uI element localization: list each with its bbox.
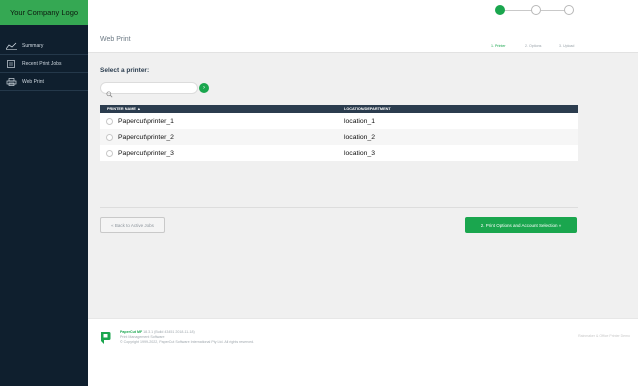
printer-radio[interactable] [106,117,113,125]
progress-steps: 1. Printer 2. Options 3. Upload [491,4,583,48]
printer-name-cell: Papercut\printer_3 [118,149,174,157]
papercut-logo-icon [100,331,111,345]
page-header: Web Print 1. Printer 2. Options 3. Uploa… [88,0,638,53]
table-header: PRINTER NAME ▲ LOCATION/DEPARTMENT [100,105,578,113]
step-2-indicator [531,5,541,15]
step-3-indicator [564,5,574,15]
location-cell: location_1 [344,117,375,125]
company-logo-text: Your Company Logo [9,8,79,17]
table-row[interactable]: Papercut\printer_3 location_3 [100,145,578,161]
sidebar-item-label: Summary [22,42,44,49]
step-3-label: 3. Upload [559,44,575,48]
printer-search-box [100,82,198,98]
step-1-label: 1. Printer [491,44,506,48]
column-header-printer-name[interactable]: PRINTER NAME ▲ [100,107,344,111]
table-row[interactable]: Papercut\printer_2 location_2 [100,129,578,145]
main-content: Web Print 1. Printer 2. Options 3. Uploa… [88,0,638,386]
back-to-active-jobs-button[interactable]: « Back to Active Jobs [100,217,165,233]
select-printer-label: Select a printer: [100,67,150,74]
column-header-location[interactable]: LOCATION/DEPARTMENT [344,107,391,111]
print-options-next-button[interactable]: 2. Print Options and Account Selection » [465,217,577,233]
sidebar-nav: Summary Recent Print Jobs Web Print [0,37,88,91]
location-cell: location_2 [344,133,375,141]
divider [100,207,578,208]
location-cell: location_3 [344,149,375,157]
sidebar-item-summary[interactable]: Summary [0,37,88,55]
search-icon [106,85,113,98]
sidebar-item-recent-print-jobs[interactable]: Recent Print Jobs [0,55,88,73]
printer-name-cell: Papercut\printer_1 [118,117,174,125]
chart-line-icon [6,42,17,50]
search-go-button[interactable]: › [199,83,209,93]
sidebar-item-label: Web Print [22,78,44,85]
copyright-text: © Copyright 1999-2022, PaperCut Software… [120,340,255,345]
footer-right-text: Rainmaker & Office Printer Demo [578,334,630,338]
sidebar-item-web-print[interactable]: Web Print [0,73,88,91]
printer-name-cell: Papercut\printer_2 [118,133,174,141]
step-1-indicator [495,5,505,15]
print-jobs-icon [6,59,17,68]
printer-icon [6,77,17,86]
company-logo[interactable]: Your Company Logo [0,0,88,25]
chevron-right-icon: › [203,85,205,91]
printer-radio[interactable] [106,133,113,141]
printer-radio[interactable] [106,149,113,157]
step-2-label: 2. Options [525,44,542,48]
footer-text: PaperCut MF 18.3.1 (Build 43451 2018-11-… [120,330,254,346]
page-footer: PaperCut MF 18.3.1 (Build 43451 2018-11-… [88,318,638,386]
printer-search-input[interactable] [116,84,194,93]
sidebar-item-label: Recent Print Jobs [22,60,62,67]
product-name: PaperCut MF [120,330,143,334]
step-connector [503,10,533,11]
printer-table: PRINTER NAME ▲ LOCATION/DEPARTMENT Paper… [100,105,578,161]
page-title: Web Print [100,36,131,43]
product-version: 18.3.1 (Build 43451 2018-11-18) [143,330,195,334]
sidebar: Your Company Logo Summary Recent Print J… [0,0,88,386]
table-row[interactable]: Papercut\printer_1 location_1 [100,113,578,129]
